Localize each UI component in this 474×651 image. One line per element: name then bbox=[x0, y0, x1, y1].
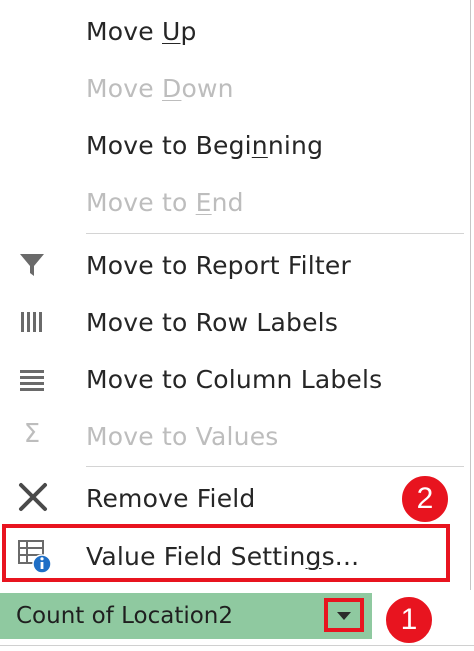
menu-item-label: Move to End bbox=[86, 187, 244, 217]
menu-item-label: Move to Report Filter bbox=[86, 250, 351, 280]
menu-item-move-to-end: Move to End bbox=[0, 174, 470, 230]
filter-icon bbox=[16, 249, 48, 281]
sigma-icon: Σ bbox=[23, 419, 41, 449]
menu-item-label: Remove Field bbox=[86, 483, 256, 513]
menu-item-label: Move to Values bbox=[86, 421, 279, 451]
field-name: Count of Location2 bbox=[16, 603, 234, 629]
bottom-divider bbox=[0, 645, 474, 646]
step-badge-1: 1 bbox=[384, 595, 434, 645]
menu-item-move-to-beginning[interactable]: Move to Beginning bbox=[0, 117, 470, 173]
row-labels-icon bbox=[16, 306, 48, 338]
remove-x-icon bbox=[16, 480, 48, 512]
menu-item-label: Move to Column Labels bbox=[86, 364, 383, 394]
menu-item-move-down: Move Down bbox=[0, 60, 470, 116]
menu-separator bbox=[86, 233, 464, 234]
menu-item-label: Move to Beginning bbox=[86, 130, 324, 160]
step-badge-2: 2 bbox=[400, 474, 450, 524]
menu-item-move-to-report-filter[interactable]: Move to Report Filter bbox=[0, 237, 470, 293]
value-field-settings-highlight bbox=[2, 524, 450, 582]
menu-item-label: Move Down bbox=[86, 73, 234, 103]
values-field-item[interactable]: Count of Location2 bbox=[0, 593, 372, 639]
menu-item-move-to-values: Σ Move to Values bbox=[0, 408, 470, 464]
dropdown-arrow-icon bbox=[336, 606, 352, 625]
column-labels-icon bbox=[16, 363, 48, 395]
menu-item-label: Move to Row Labels bbox=[86, 307, 339, 337]
menu-item-label: Move Up bbox=[86, 16, 197, 46]
menu-item-move-to-column-labels[interactable]: Move to Column Labels bbox=[0, 351, 470, 407]
field-dropdown-button[interactable] bbox=[324, 598, 364, 632]
menu-item-move-up[interactable]: Move Up bbox=[0, 3, 470, 59]
menu-separator bbox=[86, 466, 464, 467]
menu-item-move-to-row-labels[interactable]: Move to Row Labels bbox=[0, 294, 470, 350]
